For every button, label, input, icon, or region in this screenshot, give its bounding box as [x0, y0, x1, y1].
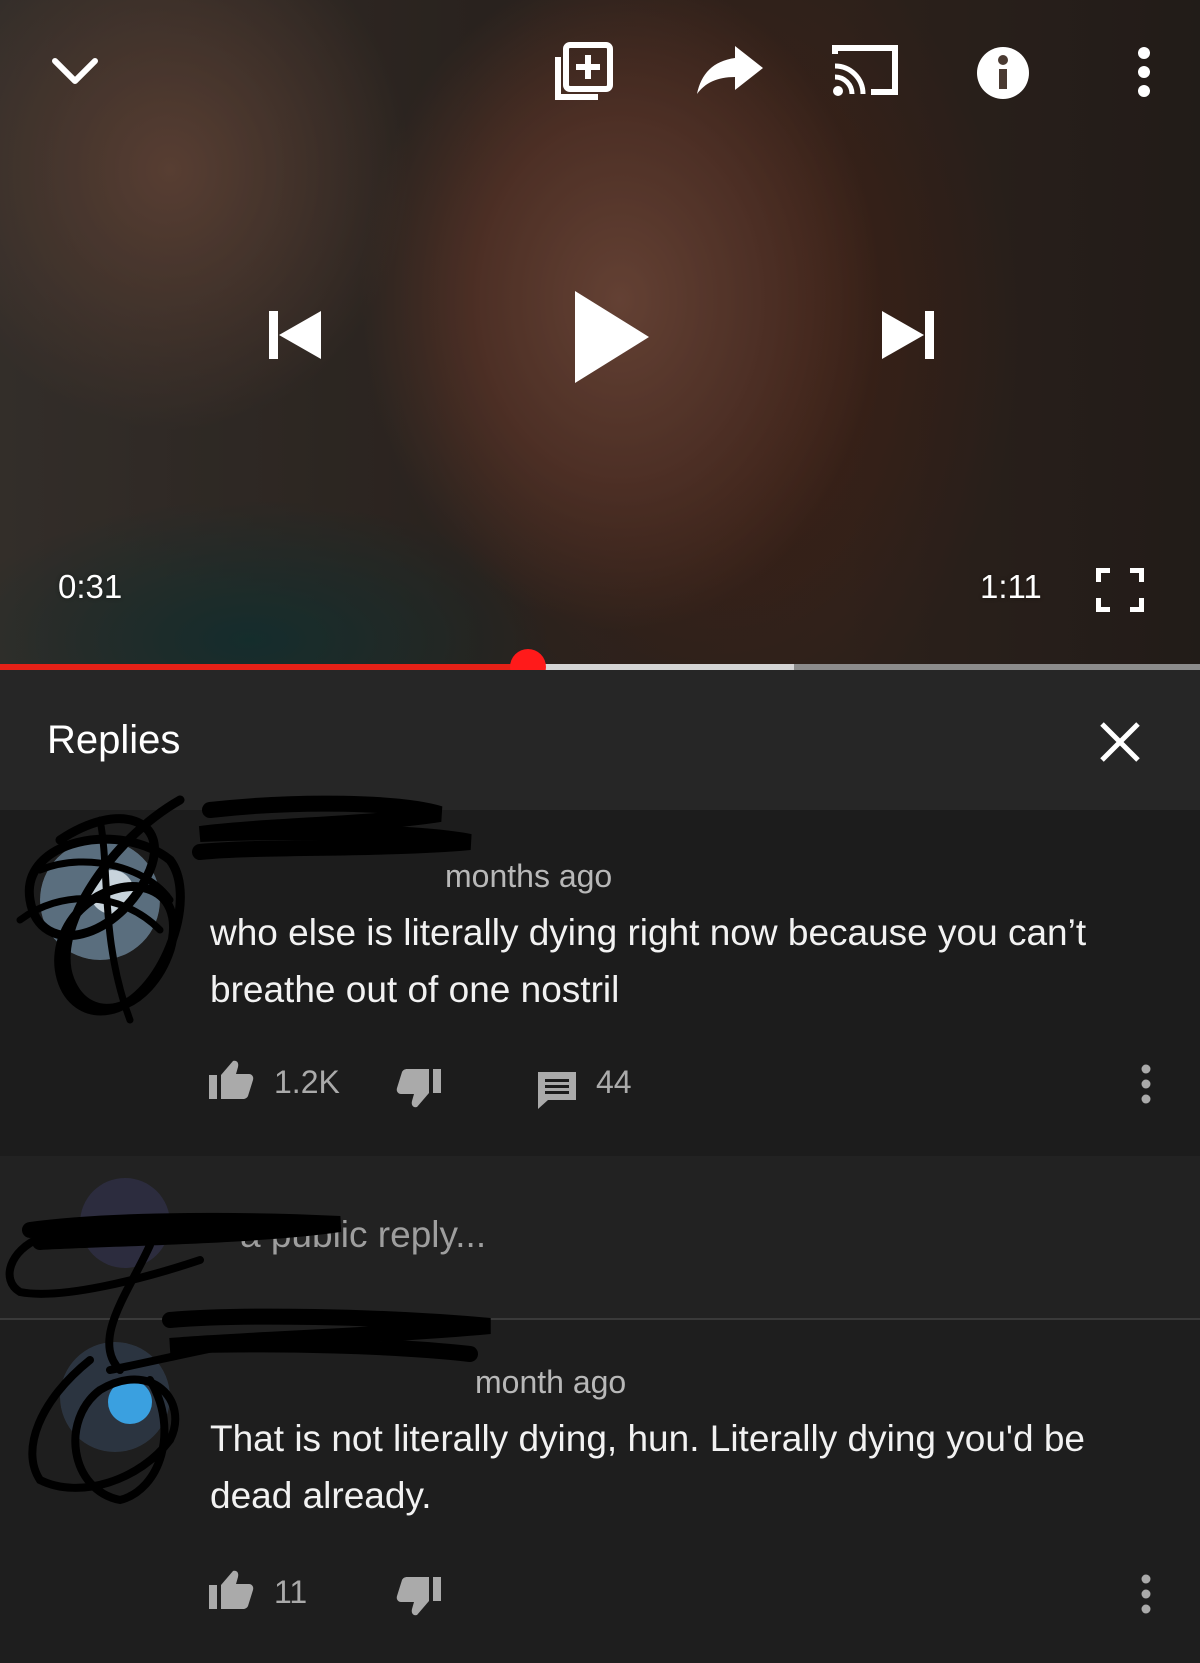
- fullscreen-icon[interactable]: [1092, 564, 1148, 616]
- more-vert-icon[interactable]: [1124, 40, 1164, 104]
- skip-next-icon[interactable]: [875, 300, 945, 370]
- replies-title: Replies: [47, 718, 181, 762]
- info-icon[interactable]: [975, 45, 1031, 101]
- thumb-down-icon[interactable]: [396, 1576, 442, 1621]
- reply-input[interactable]: a public reply...: [240, 1214, 486, 1256]
- replies-header: Replies: [0, 670, 1200, 810]
- chevron-down-icon[interactable]: [45, 42, 105, 102]
- video-player[interactable]: 0:31 1:11: [0, 0, 1200, 668]
- reply-box: a public reply...: [0, 1156, 1200, 1318]
- more-vert-icon[interactable]: [1140, 1064, 1152, 1109]
- comment-meta: month ago: [475, 1364, 627, 1400]
- reply-count: 44: [596, 1064, 632, 1100]
- skip-previous-icon[interactable]: [258, 300, 328, 370]
- play-icon[interactable]: [565, 282, 655, 392]
- thumb-up-icon[interactable]: [208, 1060, 254, 1105]
- reply-comment: month ago That is not literally dying, h…: [0, 1320, 1200, 1663]
- comment-text: who else is literally dying right now be…: [210, 912, 1087, 1010]
- avatar: [80, 1178, 170, 1268]
- parent-comment: months ago who else is literally dying r…: [0, 810, 1200, 1156]
- add-to-playlist-icon[interactable]: [548, 36, 618, 106]
- duration: 1:11: [980, 568, 1042, 605]
- current-time: 0:31: [58, 568, 123, 605]
- comment-icon[interactable]: [536, 1070, 578, 1115]
- share-icon[interactable]: [690, 40, 770, 100]
- thumb-up-icon[interactable]: [208, 1570, 254, 1615]
- more-vert-icon[interactable]: [1140, 1574, 1152, 1619]
- comment-text: That is not literally dying, hun. Litera…: [210, 1418, 1085, 1516]
- cast-icon[interactable]: [830, 40, 900, 100]
- avatar[interactable]: [60, 1342, 170, 1452]
- avatar[interactable]: [40, 840, 160, 960]
- like-count: 11: [274, 1574, 308, 1610]
- like-count: 1.2K: [274, 1064, 340, 1100]
- thumb-down-icon[interactable]: [396, 1068, 442, 1113]
- comment-meta: months ago: [445, 858, 613, 894]
- close-icon[interactable]: [1090, 712, 1150, 772]
